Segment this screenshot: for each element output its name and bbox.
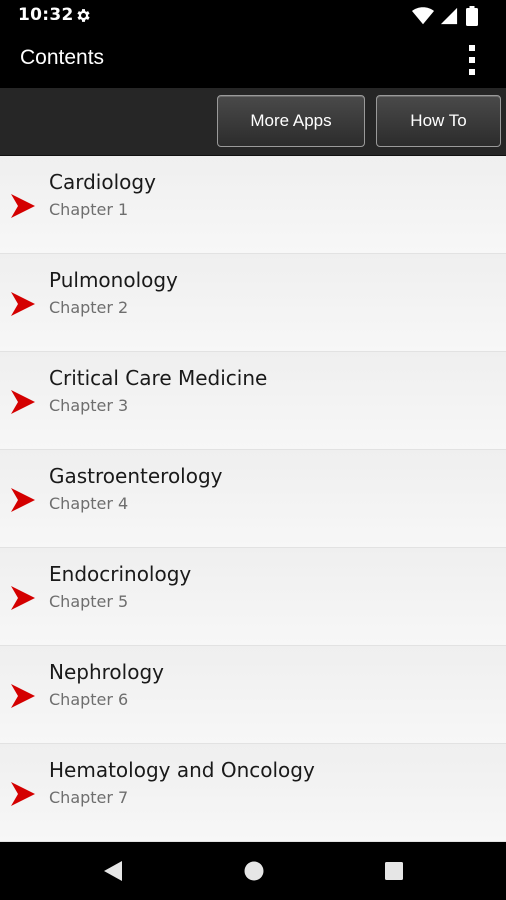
more-apps-button[interactable]: More Apps [217, 95, 365, 147]
chapter-row-cardiology[interactable]: Cardiology Chapter 1 [0, 156, 506, 254]
chapter-subtitle: Chapter 7 [49, 788, 129, 807]
chevron-right-icon [11, 194, 35, 218]
back-icon[interactable] [102, 860, 124, 882]
battery-icon [466, 6, 478, 26]
chevron-right-icon [11, 292, 35, 316]
chapter-row-nephrology[interactable]: Nephrology Chapter 6 [0, 646, 506, 744]
chapter-row-hematology-oncology[interactable]: Hematology and Oncology Chapter 7 [0, 744, 506, 842]
toolbar: More Apps How To [0, 88, 506, 156]
chapter-row-critical-care[interactable]: Critical Care Medicine Chapter 3 [0, 352, 506, 450]
chapter-subtitle: Chapter 5 [49, 592, 129, 611]
chevron-right-icon [11, 390, 35, 414]
status-time: 10:32 [18, 5, 74, 25]
chapter-row-endocrinology[interactable]: Endocrinology Chapter 5 [0, 548, 506, 646]
chapter-list: Cardiology Chapter 1 Pulmonology Chapter… [0, 156, 506, 842]
home-icon[interactable] [243, 860, 265, 882]
page-title: Contents [20, 46, 105, 69]
gear-icon [77, 9, 90, 22]
chapter-title: Pulmonology [49, 268, 178, 292]
app-bar: Contents [0, 32, 506, 88]
chapter-title: Critical Care Medicine [49, 366, 268, 390]
chevron-right-icon [11, 684, 35, 708]
chapter-title: Cardiology [49, 170, 156, 194]
chapter-title: Hematology and Oncology [49, 758, 315, 782]
chevron-right-icon [11, 782, 35, 806]
chevron-right-icon [11, 586, 35, 610]
overflow-menu-icon[interactable] [460, 43, 484, 77]
chapter-subtitle: Chapter 6 [49, 690, 129, 709]
status-bar: 10:32 [0, 0, 506, 32]
chapter-subtitle: Chapter 1 [49, 200, 129, 219]
cellular-signal-icon [440, 7, 458, 25]
status-icons [412, 6, 492, 26]
recents-icon[interactable] [383, 860, 405, 882]
chapter-subtitle: Chapter 3 [49, 396, 129, 415]
chapter-title: Nephrology [49, 660, 164, 684]
chapter-subtitle: Chapter 4 [49, 494, 129, 513]
chapter-row-gastroenterology[interactable]: Gastroenterology Chapter 4 [0, 450, 506, 548]
wifi-icon [412, 7, 434, 25]
chapter-subtitle: Chapter 2 [49, 298, 129, 317]
chapter-title: Gastroenterology [49, 464, 223, 488]
chapter-row-pulmonology[interactable]: Pulmonology Chapter 2 [0, 254, 506, 352]
chapter-title: Endocrinology [49, 562, 192, 586]
system-nav-bar [0, 842, 506, 900]
how-to-button[interactable]: How To [376, 95, 501, 147]
chevron-right-icon [11, 488, 35, 512]
